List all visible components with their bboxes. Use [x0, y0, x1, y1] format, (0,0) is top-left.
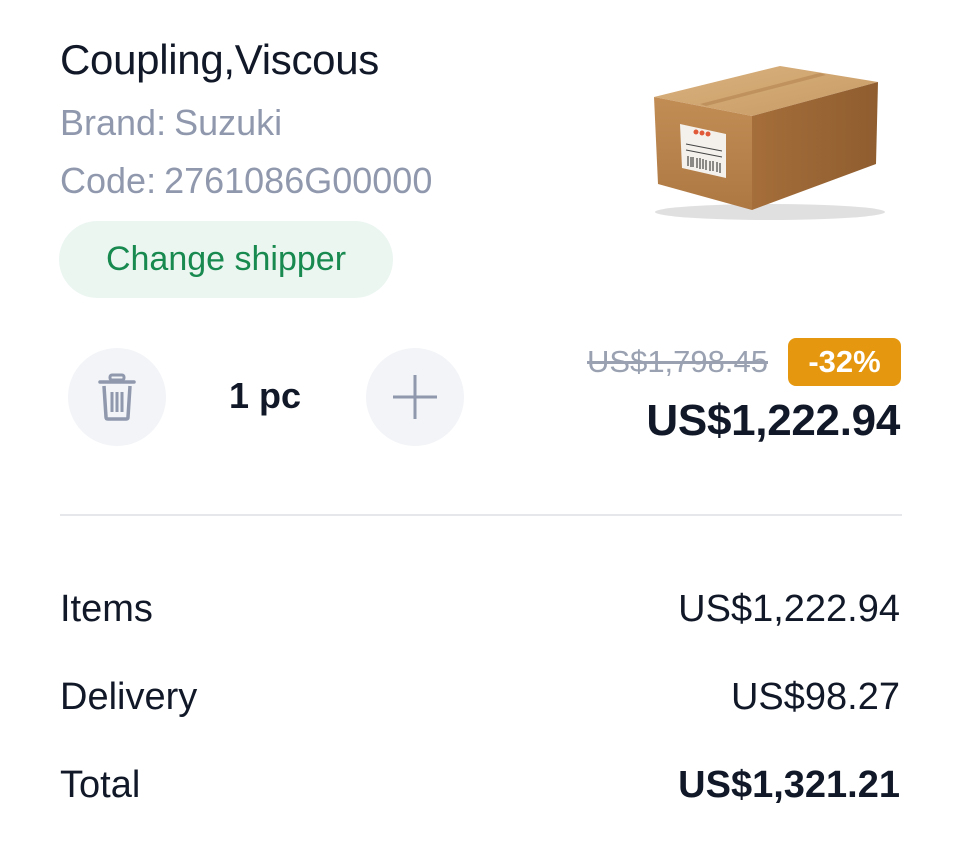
- original-price: US$1,798.45: [587, 344, 768, 379]
- code-value: 2761086G00000: [164, 160, 433, 201]
- add-button[interactable]: [366, 348, 464, 446]
- delete-button[interactable]: [68, 348, 166, 446]
- product-brand: Brand: Suzuki: [60, 102, 282, 144]
- cardboard-box-image: [654, 66, 885, 220]
- brand-label: Brand:: [60, 102, 167, 143]
- total-value: US$1,321.21: [678, 764, 900, 806]
- trash-icon: [98, 373, 136, 421]
- delivery-label: Delivery: [60, 676, 198, 718]
- items-label: Items: [60, 588, 153, 630]
- product-image[interactable]: [640, 52, 890, 222]
- items-value: US$1,222.94: [678, 588, 900, 630]
- brand-value: Suzuki: [174, 102, 283, 143]
- summary-row-delivery: Delivery US$98.27: [60, 672, 900, 722]
- product-code: Code: 2761086G00000: [60, 160, 432, 202]
- divider: [60, 514, 902, 516]
- code-label: Code:: [60, 160, 157, 201]
- summary-row-total: Total US$1,321.21: [60, 760, 900, 810]
- product-title: Coupling,Viscous: [60, 36, 379, 83]
- current-price: US$1,222.94: [646, 396, 900, 445]
- change-shipper-button[interactable]: Change shipper: [59, 221, 393, 298]
- discount-badge: -32%: [788, 338, 901, 386]
- total-label: Total: [60, 764, 141, 806]
- quantity-value: 1 pc: [228, 375, 302, 416]
- delivery-value: US$98.27: [730, 676, 900, 718]
- summary-row-items: Items US$1,222.94: [60, 584, 900, 634]
- plus-icon: [393, 375, 437, 419]
